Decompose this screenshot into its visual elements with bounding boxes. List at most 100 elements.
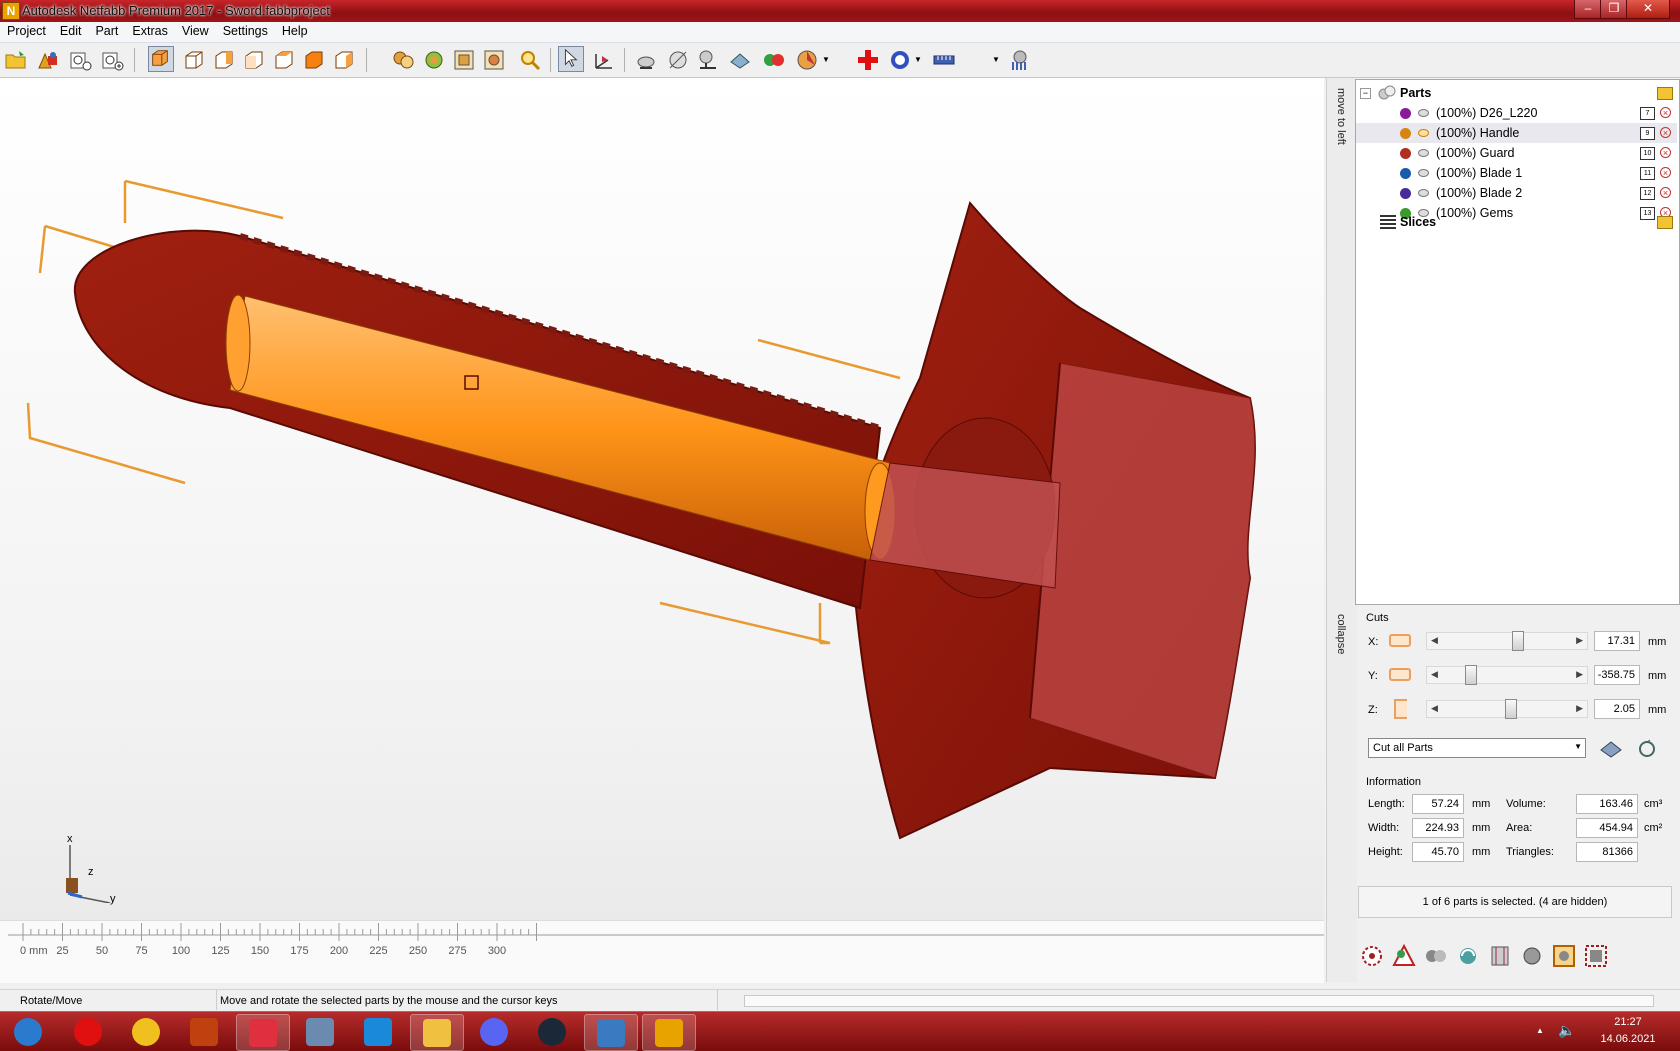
taskbar-app[interactable] [294, 1014, 346, 1049]
cut-value-input[interactable]: 17.31 [1594, 631, 1640, 651]
warning-icon[interactable] [1392, 944, 1416, 968]
frame-icon[interactable] [1552, 944, 1576, 968]
chevron-right-icon[interactable]: ▶ [1576, 703, 1583, 714]
apply-cut-icon[interactable] [1599, 738, 1623, 760]
view-back-icon[interactable] [212, 48, 236, 72]
zoom-selection-icon[interactable] [422, 48, 446, 72]
visibility-eye-icon[interactable] [1418, 109, 1429, 117]
menu-help[interactable]: Help [275, 22, 315, 38]
open-folder-icon[interactable] [1657, 216, 1673, 229]
chevron-left-icon[interactable]: ◀ [1431, 703, 1438, 714]
part-color-icon[interactable] [1400, 168, 1411, 179]
visibility-eye-icon[interactable] [1418, 189, 1429, 197]
cut-axis-icon[interactable] [1389, 668, 1411, 681]
taskbar-app[interactable] [468, 1014, 520, 1049]
zoom-magnify-icon[interactable] [482, 48, 506, 72]
select-arrow-tool[interactable] [558, 46, 584, 72]
taskbar-app[interactable] [526, 1014, 578, 1049]
search-icon[interactable] [518, 48, 542, 72]
sword-model-render[interactable] [0, 78, 1324, 920]
cut-axis-icon[interactable] [1394, 699, 1407, 719]
menu-part[interactable]: Part [88, 22, 125, 38]
maximize-button[interactable]: ❐ [1600, 0, 1628, 19]
tree-item-part[interactable]: (100%) Handle 9 × [1356, 123, 1677, 143]
minimize-button[interactable]: – [1574, 0, 1602, 19]
cut-value-input[interactable]: -358.75 [1594, 665, 1640, 685]
view-left-icon[interactable] [242, 48, 266, 72]
taskbar-app[interactable] [62, 1014, 114, 1049]
visibility-eye-icon[interactable] [1418, 169, 1429, 177]
volume-icon[interactable]: 🔈 [1558, 1022, 1575, 1039]
slider-thumb[interactable] [1505, 699, 1517, 719]
chevron-left-icon[interactable]: ◀ [1431, 635, 1438, 646]
tree-item-part[interactable]: (100%) Blade 1 11 × [1356, 163, 1677, 183]
taskbar-app[interactable] [178, 1014, 230, 1049]
menu-edit[interactable]: Edit [53, 22, 89, 38]
slider-thumb[interactable] [1512, 631, 1524, 651]
reset-cut-icon[interactable] [1637, 739, 1657, 759]
new-part-icon[interactable] [68, 48, 92, 72]
tree-root-slices[interactable]: Slices [1356, 212, 1677, 232]
section-icon[interactable] [696, 48, 720, 72]
chevron-down-icon[interactable]: ▼ [822, 55, 830, 64]
cut-axis-icon[interactable] [1389, 634, 1411, 647]
remove-part-icon[interactable]: × [1660, 167, 1671, 178]
remove-part-icon[interactable]: × [1660, 187, 1671, 198]
part-color-icon[interactable] [1400, 128, 1411, 139]
boolean-icon[interactable] [762, 48, 786, 72]
rotate-move-icon[interactable] [592, 48, 616, 72]
cut-slider[interactable]: ◀ ▶ [1426, 631, 1588, 651]
view-front-icon[interactable] [182, 48, 206, 72]
menu-view[interactable]: View [175, 22, 216, 38]
taskbar-app[interactable] [236, 1014, 290, 1051]
open-project-icon[interactable] [4, 48, 28, 72]
remove-part-icon[interactable]: × [1660, 127, 1671, 138]
measure-dropdown-icon[interactable] [888, 48, 912, 72]
collapse-tab[interactable]: collapse [1335, 614, 1347, 654]
tree-root-parts[interactable]: − Parts [1356, 83, 1677, 103]
zoom-all-icon[interactable] [392, 48, 416, 72]
taskbar-app[interactable] [120, 1014, 172, 1049]
taskbar-app[interactable] [410, 1014, 464, 1051]
sphere-icon[interactable] [1520, 944, 1544, 968]
collapse-toggle[interactable]: − [1360, 88, 1371, 99]
3d-viewport[interactable]: x z y [0, 78, 1324, 982]
cut-slider[interactable]: ◀ ▶ [1426, 665, 1588, 685]
lattice-icon[interactable] [1584, 944, 1608, 968]
clock-date[interactable]: 14.06.2021 [1594, 1033, 1662, 1045]
import-icon[interactable] [100, 48, 124, 72]
refresh-part-icon[interactable] [1456, 944, 1480, 968]
clock-time[interactable]: 21:27 [1600, 1016, 1656, 1028]
transparency-icon[interactable] [666, 48, 690, 72]
taskbar-app[interactable] [584, 1014, 638, 1051]
part-color-icon[interactable] [1400, 188, 1411, 199]
remove-part-icon[interactable]: × [1660, 147, 1671, 158]
color-picker-icon[interactable] [796, 48, 820, 72]
chevron-right-icon[interactable]: ▶ [1576, 669, 1583, 680]
view-bottom-icon[interactable] [332, 48, 356, 72]
repair-icon[interactable] [728, 48, 752, 72]
slider-thumb[interactable] [1465, 665, 1477, 685]
cut-mode-select[interactable]: Cut all Parts ▼ [1368, 738, 1586, 758]
close-button[interactable]: ✕ [1626, 0, 1670, 19]
tree-item-part[interactable]: (100%) Blade 2 12 × [1356, 183, 1677, 203]
part-color-icon[interactable] [1400, 108, 1411, 119]
shading-icon[interactable] [634, 48, 658, 72]
cut-value-input[interactable]: 2.05 [1594, 699, 1640, 719]
ruler-icon[interactable] [932, 48, 956, 72]
taskbar-app[interactable] [2, 1014, 54, 1049]
view-top-icon[interactable] [302, 48, 326, 72]
zoom-window-icon[interactable] [452, 48, 476, 72]
chevron-down-icon[interactable]: ▼ [992, 55, 1000, 64]
taskbar-app[interactable] [642, 1014, 696, 1051]
settings-gear-icon[interactable] [1360, 944, 1384, 968]
chevron-down-icon[interactable]: ▼ [914, 55, 922, 64]
visibility-eye-icon[interactable] [1418, 129, 1429, 137]
part-color-icon[interactable] [1400, 148, 1411, 159]
view-perspective-toggle[interactable] [148, 46, 174, 72]
move-to-left-tab[interactable]: move to left [1335, 88, 1347, 145]
remove-part-icon[interactable]: × [1660, 107, 1671, 118]
cut-slider[interactable]: ◀ ▶ [1426, 699, 1588, 719]
taskbar-app[interactable] [352, 1014, 404, 1049]
chevron-right-icon[interactable]: ▶ [1576, 635, 1583, 646]
